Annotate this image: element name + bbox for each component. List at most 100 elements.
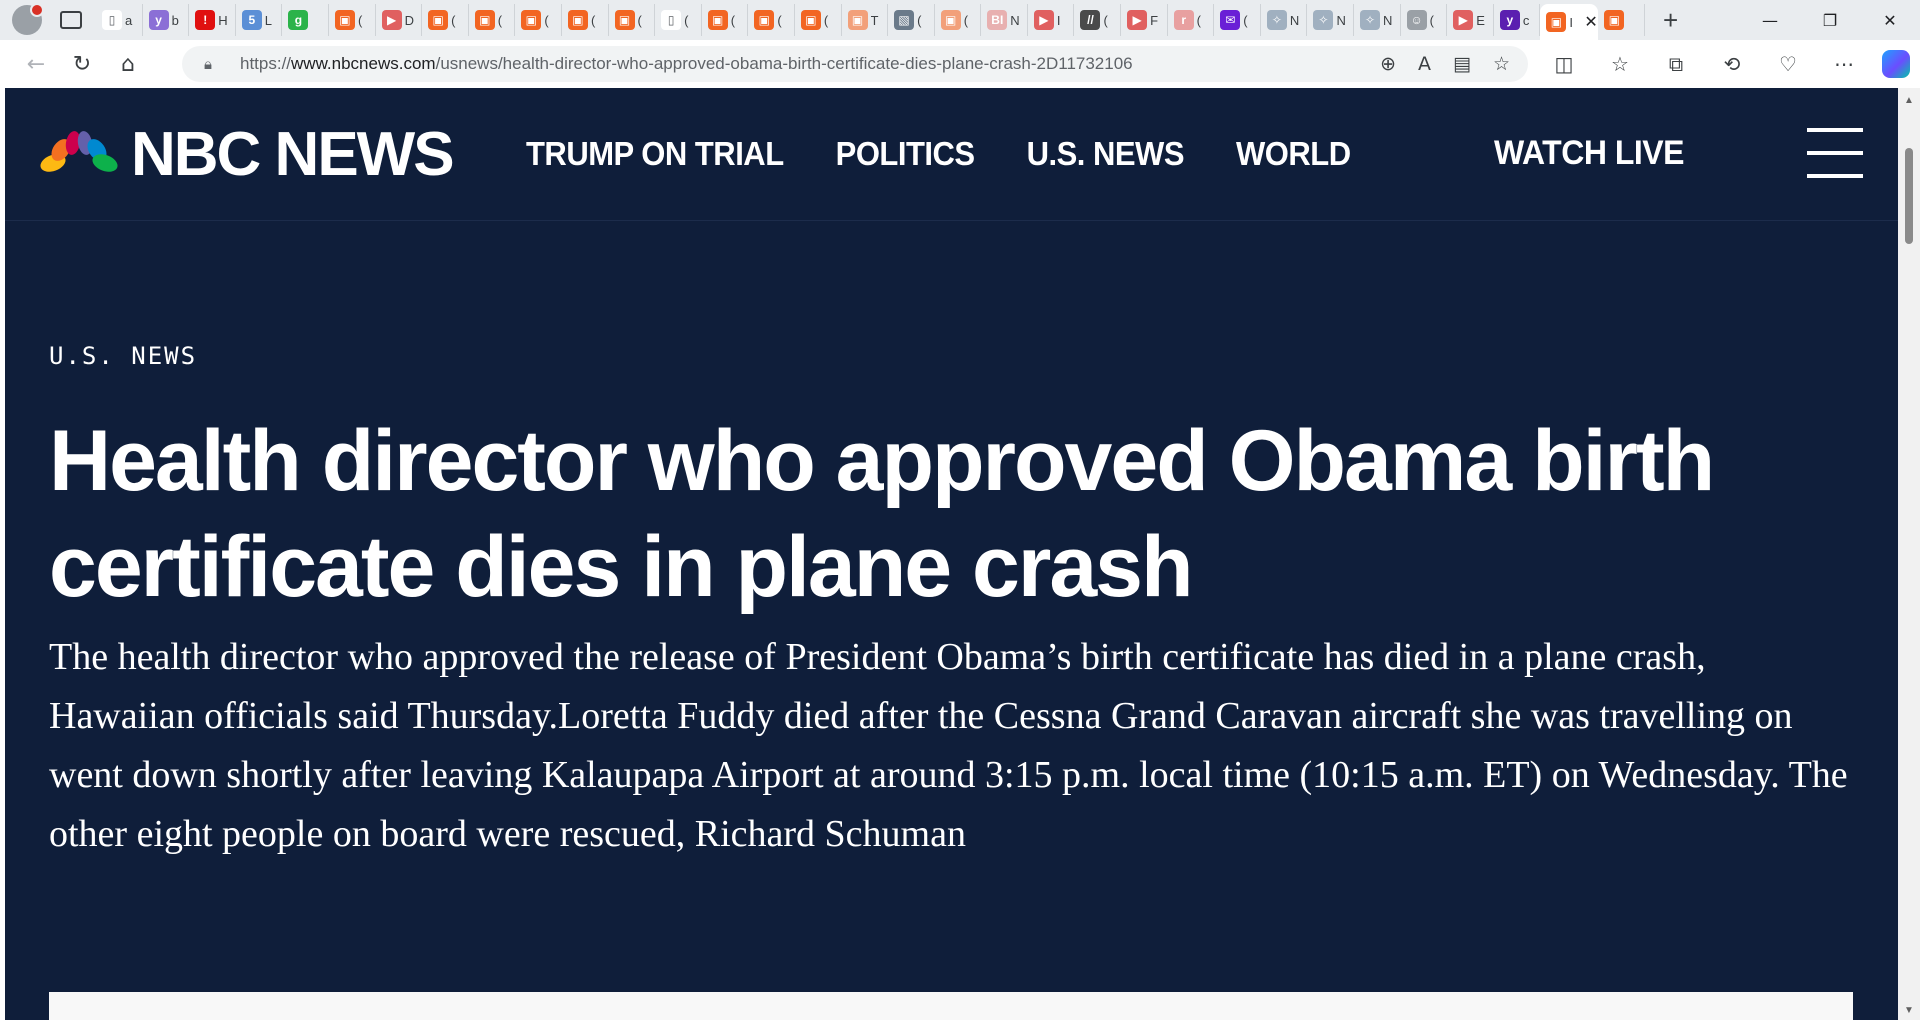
more-menu-icon[interactable]: ⋯ xyxy=(1826,52,1862,76)
window-controls: — ❐ ✕ xyxy=(1740,0,1920,40)
browser-tab[interactable]: ▣( xyxy=(422,4,469,36)
browser-tab[interactable]: ▣( xyxy=(935,4,982,36)
browser-tab[interactable]: ▣( xyxy=(515,4,562,36)
nav-world[interactable]: WORLD xyxy=(1236,135,1351,174)
browser-tab[interactable]: ✧ N xyxy=(1261,4,1308,36)
browser-essentials-icon[interactable]: ♡ xyxy=(1770,52,1806,76)
new-tab-plus-icon[interactable]: + xyxy=(1663,7,1678,33)
browser-tab[interactable]: ▣ T xyxy=(842,4,889,36)
browser-tab[interactable]: ▣( xyxy=(562,4,609,36)
browser-tab[interactable]: BI N xyxy=(981,4,1028,36)
collections-icon[interactable]: ⧉ xyxy=(1658,52,1694,76)
browser-tab[interactable]: ▣( xyxy=(702,4,749,36)
zoom-icon[interactable]: ⊕ xyxy=(1380,53,1396,75)
browser-tab[interactable]: ✉( xyxy=(1214,4,1261,36)
tab-title: ( xyxy=(777,12,782,28)
split-screen-icon[interactable]: ◫ xyxy=(1546,52,1582,76)
browser-tab[interactable]: ▶ E xyxy=(1447,4,1494,36)
article-headline: Health director who approved Obama birth… xyxy=(49,413,1715,615)
tab-favicon-icon: ▣ xyxy=(800,10,821,30)
browser-tab[interactable]: ▣( xyxy=(469,4,516,36)
restore-icon[interactable]: ❐ xyxy=(1800,0,1860,40)
browser-tab[interactable]: ▶ F xyxy=(1121,4,1168,36)
browser-tab[interactable]: ▣( xyxy=(609,4,656,36)
address-bar[interactable]: 🔒︎ https://www.nbcnews.com/usnews/health… xyxy=(182,46,1528,82)
favorite-star-icon[interactable]: ☆ xyxy=(1493,53,1510,75)
tab-title: ( xyxy=(730,12,736,28)
tab-title: ( xyxy=(497,12,503,28)
copilot-icon[interactable] xyxy=(1882,50,1910,78)
tab-favicon-icon: BI xyxy=(987,10,1008,30)
url-host: www.nbcnews.com xyxy=(291,54,436,73)
tab-favicon-icon: ▶ xyxy=(1033,10,1054,30)
browser-tab[interactable]: //( xyxy=(1074,4,1122,36)
browser-tab[interactable]: ▣( xyxy=(795,4,842,36)
close-window-icon[interactable]: ✕ xyxy=(1860,0,1920,40)
browser-tab[interactable]: ▯ a xyxy=(96,4,143,36)
tab-favicon-icon: ✧ xyxy=(1360,10,1381,30)
nav-politics[interactable]: POLITICS xyxy=(836,135,975,174)
tab-title: ( xyxy=(1429,12,1434,28)
tab-favicon-icon: ☺ xyxy=(1406,10,1427,30)
browser-tab[interactable]: ✧ N xyxy=(1354,4,1401,36)
site-header: NBC NEWS TRUMP ON TRIAL POLITICS U.S. NE… xyxy=(5,88,1898,221)
minimize-icon[interactable]: — xyxy=(1740,0,1800,40)
back-arrow-icon[interactable]: ← xyxy=(16,44,56,84)
browser-tab[interactable]: ▯( xyxy=(655,4,702,36)
tab-favicon-icon: ▣ xyxy=(567,10,588,30)
page-scrollbar[interactable]: ▲ ▼ xyxy=(1898,88,1920,1020)
nav-trump-on-trial[interactable]: TRUMP ON TRIAL xyxy=(526,135,784,174)
home-icon[interactable]: ⌂ xyxy=(108,44,148,84)
browser-tab[interactable]: ▣ xyxy=(1598,4,1645,36)
tab-favicon-icon: ▧ xyxy=(894,10,915,30)
history-icon[interactable]: ⟲ xyxy=(1714,52,1750,76)
browser-tab[interactable]: ▧( xyxy=(888,4,935,36)
scroll-thumb[interactable] xyxy=(1905,148,1913,244)
url-text[interactable]: https://www.nbcnews.com/usnews/health-di… xyxy=(240,54,1133,74)
browser-tab[interactable]: ▣( xyxy=(329,4,376,36)
tab-title: I xyxy=(1569,14,1574,30)
tab-title: ( xyxy=(823,12,829,28)
tab-favicon-icon: y xyxy=(148,10,169,30)
browser-tab[interactable]: ✧ N xyxy=(1307,4,1355,36)
browser-tab[interactable]: ☺( xyxy=(1401,4,1448,36)
watch-live-link[interactable]: WATCH LIVE xyxy=(1494,133,1684,173)
profile-avatar-icon[interactable] xyxy=(12,3,44,35)
tab-favicon-icon: ▣ xyxy=(1546,12,1567,32)
tab-favicon-icon: ▣ xyxy=(334,10,355,30)
scroll-up-arrow-icon[interactable]: ▲ xyxy=(1898,92,1920,110)
section-label[interactable]: U.S. NEWS xyxy=(49,342,197,370)
browser-tab[interactable]: r( xyxy=(1168,4,1215,36)
tab-favicon-icon: ▣ xyxy=(847,10,868,30)
scroll-down-arrow-icon[interactable]: ▼ xyxy=(1898,1002,1920,1020)
immersive-reader-icon[interactable]: ▤ xyxy=(1453,53,1471,75)
tab-actions-icon[interactable] xyxy=(60,11,82,29)
address-bar-actions: ⊕ A ▤ ☆ xyxy=(1380,46,1510,82)
browser-tab[interactable]: g xyxy=(282,4,329,36)
browser-tab[interactable]: ! H xyxy=(189,4,236,36)
browser-tab[interactable]: ▶ I xyxy=(1028,4,1075,36)
favorites-icon[interactable]: ☆ xyxy=(1602,52,1638,76)
read-aloud-icon[interactable]: A xyxy=(1418,53,1431,75)
browser-tab[interactable]: yb xyxy=(143,4,190,36)
hamburger-menu-icon[interactable] xyxy=(1807,128,1863,178)
browser-toolbar: ← ↻ ⌂ 🔒︎ https://www.nbcnews.com/usnews/… xyxy=(0,40,1920,88)
nbc-news-logo[interactable]: NBC NEWS xyxy=(39,124,455,186)
tab-favicon-icon: ▣ xyxy=(474,10,495,30)
tab-favicon-icon: ▯ xyxy=(661,10,682,30)
refresh-icon[interactable]: ↻ xyxy=(62,44,102,84)
tab-title: a xyxy=(125,12,133,28)
tab-favicon-icon: ▶ xyxy=(1127,10,1148,30)
tab-active[interactable]: ▣ I ✕ xyxy=(1540,4,1599,40)
tab-title: N xyxy=(1336,12,1346,28)
browser-tab[interactable]: ▣( xyxy=(748,4,795,36)
lock-icon[interactable]: 🔒︎ xyxy=(204,56,224,73)
url-scheme: https:// xyxy=(240,54,292,73)
nav-us-news[interactable]: U.S. NEWS xyxy=(1027,135,1185,174)
browser-tab[interactable]: 5L xyxy=(236,4,283,36)
tab-close-icon[interactable]: ✕ xyxy=(1584,12,1597,32)
tab-title: N xyxy=(1010,12,1020,28)
browser-tab[interactable]: ▶ D xyxy=(376,4,423,36)
peacock-icon xyxy=(40,131,118,172)
browser-tab[interactable]: yc xyxy=(1494,4,1541,36)
